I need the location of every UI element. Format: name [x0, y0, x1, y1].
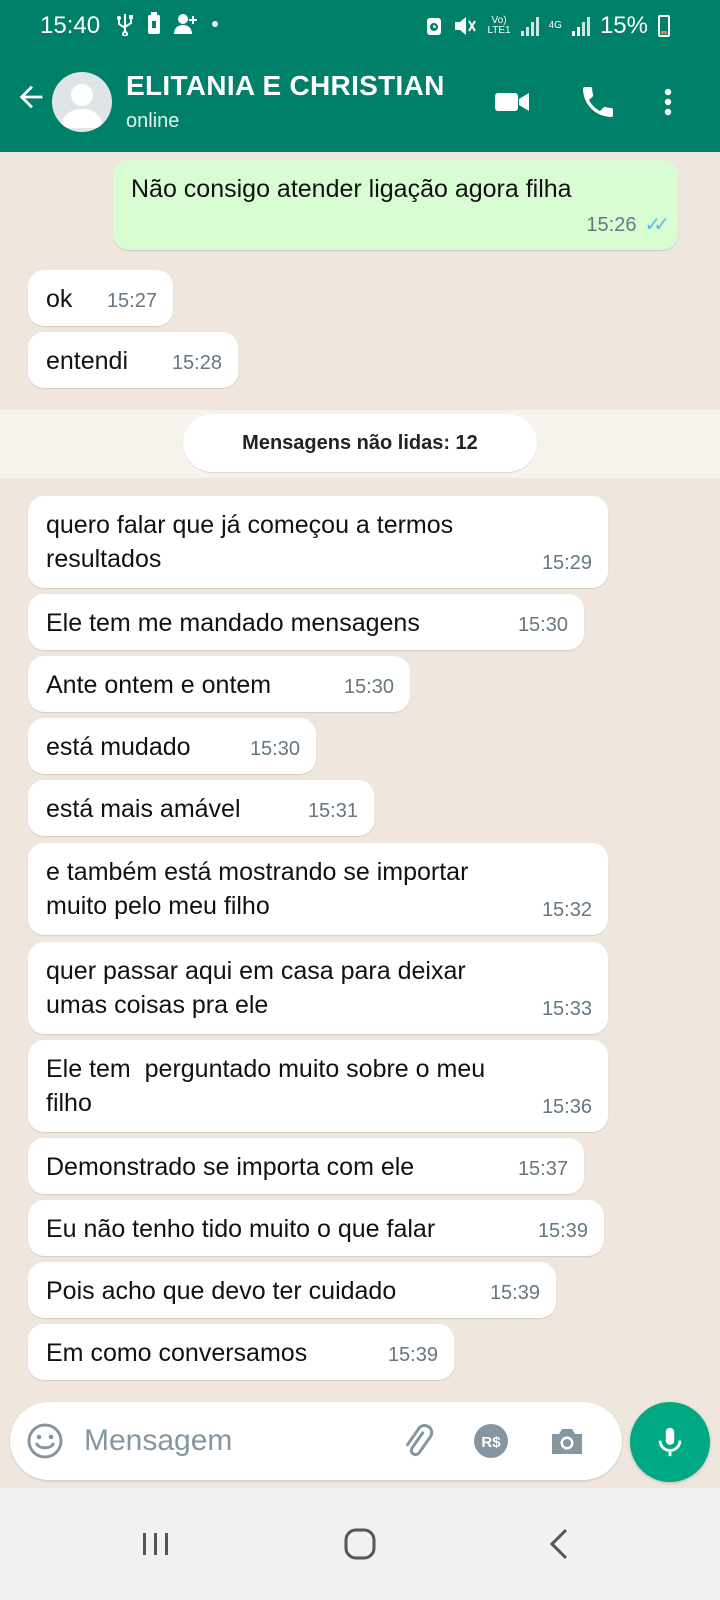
top-bar: 15:40 Vo) LTE1 4G 15% ELITANIA E CHRISTI… — [0, 0, 720, 152]
message-time: 15:31 — [307, 800, 358, 822]
message-time: 15:30 — [517, 614, 568, 636]
video-call-icon[interactable] — [492, 82, 532, 122]
more-vert-icon[interactable] — [648, 82, 688, 122]
recents-icon[interactable] — [136, 1524, 176, 1564]
emoji-icon[interactable] — [26, 1422, 64, 1460]
status-time: 15:40 — [40, 12, 101, 39]
message-text: Ele tem me mandado mensagens — [46, 609, 420, 637]
message-time: 15:28 — [171, 352, 222, 374]
message-bubble[interactable]: está mais amável 15:31 — [28, 780, 374, 836]
message-bubble[interactable]: Pois acho que devo ter cuidado 15:39 — [28, 1262, 556, 1318]
signal-2-icon — [571, 16, 590, 36]
unread-banner: Mensagens não lidas: 12 — [183, 414, 537, 472]
back-icon[interactable] — [540, 1524, 580, 1564]
message-time: 15:39 — [387, 1344, 438, 1366]
message-time: 15:33 — [541, 998, 592, 1020]
contact-name[interactable]: ELITANIA E CHRISTIAN — [126, 70, 445, 102]
message-time: 15:29 — [541, 552, 592, 574]
status-bar: 15:40 Vo) LTE1 4G 15% — [0, 0, 720, 52]
battery-saver-icon — [148, 12, 160, 34]
battery-percent: 15% — [599, 12, 648, 39]
message-time: 15:36 — [541, 1096, 592, 1118]
message-bubble[interactable]: quero falar que já começou a termos resu… — [28, 496, 608, 588]
message-bubble[interactable]: Eu não tenho tido muito o que falar 15:3… — [28, 1200, 604, 1256]
message-bubble[interactable]: Demonstrado se importa com ele 15:37 — [28, 1138, 584, 1194]
message-bubble[interactable]: Em como conversamos 15:39 — [28, 1324, 454, 1380]
message-bubble[interactable]: Ele tem me mandado mensagens 15:30 — [28, 594, 584, 650]
chat-header: ELITANIA E CHRISTIAN online — [0, 52, 720, 152]
message-bubble[interactable]: entendi 15:28 — [28, 332, 238, 388]
network-4g-label: 4G — [548, 20, 562, 31]
message-text: Não consigo atender ligação agora filha — [131, 175, 572, 203]
payment-icon[interactable]: R$ — [472, 1422, 510, 1460]
message-composer: R$ — [10, 1402, 622, 1480]
message-time: 15:39 — [537, 1220, 588, 1242]
message-text: Demonstrado se importa com ele — [46, 1153, 415, 1181]
message-text: Em como conversamos — [46, 1339, 308, 1367]
message-time: 15:30 — [249, 738, 300, 760]
message-input[interactable] — [84, 1418, 384, 1464]
message-time: 15:30 — [343, 676, 394, 698]
message-text: Ante ontem e ontem — [46, 671, 272, 699]
message-text: Ele tem perguntado muito sobre o meu fil… — [46, 1055, 486, 1117]
read-ticks-icon: ✓✓ — [644, 214, 669, 236]
dot-icon — [212, 21, 218, 27]
message-bubble[interactable]: Ele tem perguntado muito sobre o meu fil… — [28, 1040, 608, 1132]
home-icon[interactable] — [340, 1524, 380, 1564]
signal-1-icon — [520, 16, 539, 36]
message-bubble[interactable]: Não consigo atender ligação agora filha … — [113, 160, 678, 250]
camera-icon[interactable] — [548, 1422, 586, 1460]
message-time: 15:39 — [489, 1282, 540, 1304]
mic-button[interactable] — [630, 1402, 710, 1482]
contact-status: online — [126, 110, 180, 132]
volte-label: Vo) LTE1 — [487, 15, 511, 36]
message-bubble[interactable]: quer passar aqui em casa para deixar uma… — [28, 942, 608, 1034]
message-time: 15:27 — [106, 290, 157, 312]
message-text: Pois acho que devo ter cuidado — [46, 1277, 397, 1305]
message-time: 15:26 ✓✓ — [586, 208, 669, 242]
back-arrow-icon[interactable] — [14, 80, 48, 114]
message-text: quero falar que já começou a termos resu… — [46, 511, 454, 573]
svg-text:R$: R$ — [481, 1434, 501, 1451]
status-right-icons: Vo) LTE1 4G 15% — [425, 12, 670, 40]
chat-area[interactable]: Não consigo atender ligação agora filha … — [0, 152, 720, 1400]
message-text: e também está mostrando se importar muit… — [46, 858, 469, 920]
system-nav-bar — [0, 1488, 720, 1600]
message-text: quer passar aqui em casa para deixar uma… — [46, 957, 466, 1019]
mic-icon — [658, 1427, 682, 1457]
alarm-icon — [427, 18, 442, 35]
mute-icon — [455, 17, 477, 35]
phone-icon[interactable] — [578, 82, 618, 122]
message-bubble[interactable]: Ante ontem e ontem 15:30 — [28, 656, 410, 712]
contact-add-icon — [174, 14, 197, 34]
message-bubble[interactable]: e também está mostrando se importar muit… — [28, 843, 608, 935]
battery-icon — [658, 15, 670, 37]
message-bubble[interactable]: ok 15:27 — [28, 270, 173, 326]
status-left-icons — [115, 12, 219, 36]
attach-icon[interactable] — [398, 1422, 436, 1460]
message-bubble[interactable]: está mudado 15:30 — [28, 718, 316, 774]
message-time: 15:32 — [541, 899, 592, 921]
usb-icon — [117, 14, 133, 36]
message-time: 15:37 — [517, 1158, 568, 1180]
message-text: Eu não tenho tido muito o que falar — [46, 1215, 436, 1243]
avatar[interactable] — [52, 72, 112, 132]
